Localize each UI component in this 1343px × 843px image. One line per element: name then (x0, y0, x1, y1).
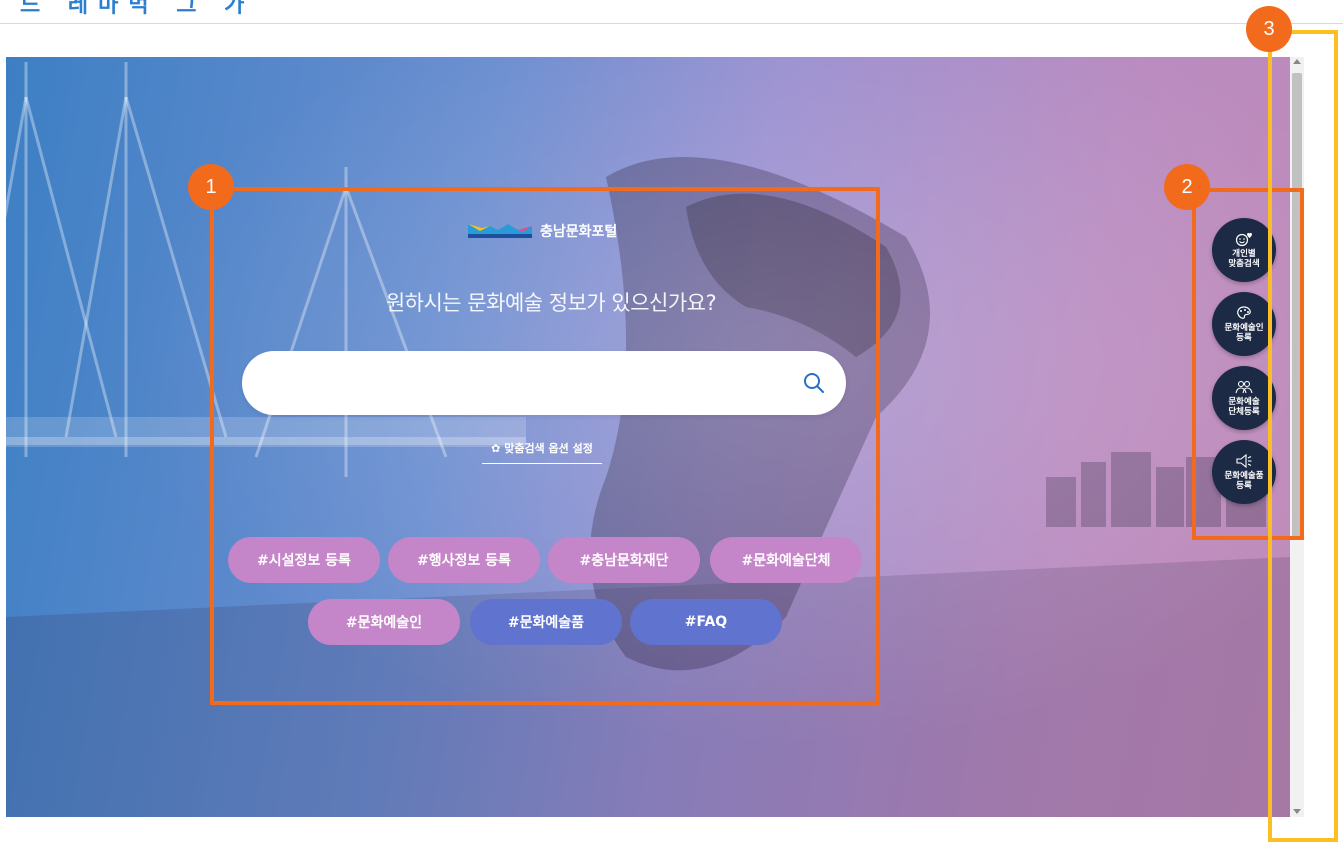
annotation-badge-1: 1 (188, 164, 234, 210)
annotation-box-3 (1268, 30, 1338, 842)
annotation-badge-3: 3 (1246, 6, 1292, 52)
annotation-box-1 (210, 187, 880, 705)
annotation-badge-2: 2 (1164, 164, 1210, 210)
page-heading-cut: 드 레마먹 그 가 (20, 0, 255, 18)
top-strip: 드 레마먹 그 가 (0, 0, 1343, 24)
